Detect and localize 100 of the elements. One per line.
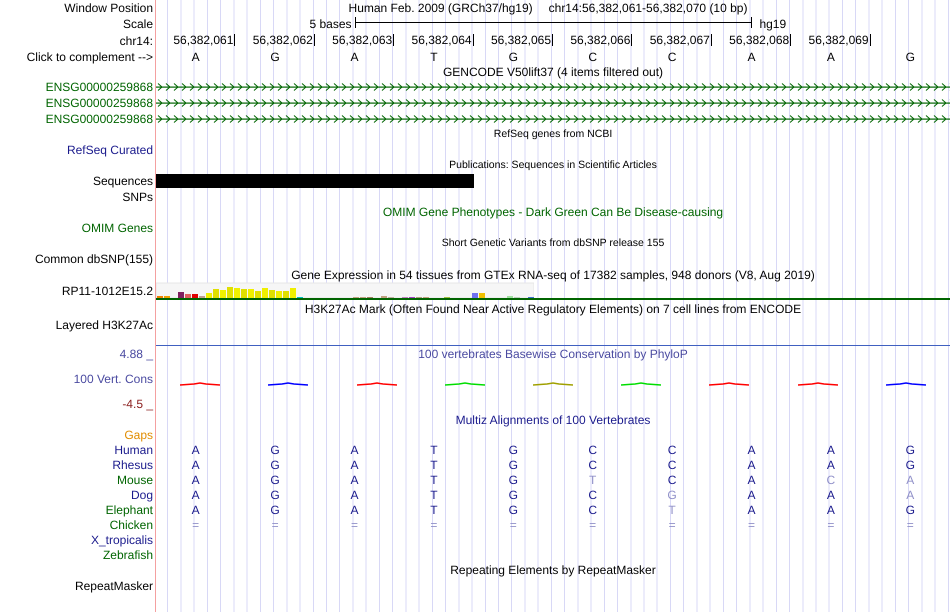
aligned-base: A: [350, 442, 358, 458]
coordinate-label: 56,382,065: [490, 34, 553, 46]
track-title: RefSeq genes from NCBI: [494, 128, 612, 140]
track-label: Layered H3K27Ac: [56, 318, 153, 332]
coordinate-label: 56,382,068: [729, 34, 792, 46]
species-label: Elephant: [106, 503, 153, 518]
aligned-base: A: [350, 488, 358, 503]
track-title: Repeating Elements by RepeatMasker: [450, 563, 656, 578]
coordinate-label: 56,382,066: [570, 34, 632, 46]
base-letter: C: [668, 49, 676, 64]
aligned-base: A: [350, 458, 358, 473]
species-label: Mouse: [116, 473, 153, 488]
base-letter: C: [588, 49, 598, 64]
track-label: ENSG00000259868: [46, 80, 153, 94]
scale-text: 5 bases: [309, 16, 352, 32]
aligned-base: G: [270, 458, 280, 473]
coordinate-label: 56,382,067: [650, 34, 712, 46]
aligned-base: A: [748, 458, 756, 473]
chromosome-label: chr14:: [120, 34, 153, 48]
aligned-base: C: [668, 442, 676, 458]
aligned-base: T: [430, 458, 438, 473]
aligned-base: A: [826, 502, 835, 518]
aligned-base: A: [906, 488, 914, 503]
aligned-base: C: [668, 458, 676, 473]
base-letter: T: [430, 49, 438, 64]
base-letter: A: [748, 49, 756, 64]
aligned-base: C: [588, 488, 598, 503]
aligned-base: A: [192, 488, 200, 503]
track-label: Sequences: [92, 174, 153, 188]
base-letter: A: [192, 49, 200, 64]
track-title: Short Genetic Variants from dbSNP release 155: [442, 237, 664, 250]
aligned-base: G: [508, 458, 518, 473]
track-label: Common dbSNP(155): [34, 252, 153, 266]
aligned-base: =: [589, 518, 596, 533]
complement-link[interactable]: Click to complement -->: [26, 50, 153, 64]
aligned-base: =: [906, 518, 914, 533]
track-title: 100 vertebrates Basewise Conservation by PhyloP: [418, 346, 688, 361]
base-letter: A: [350, 49, 358, 64]
track-label: ENSG00000259868: [46, 96, 153, 110]
coordinate-label: 56,382,064: [412, 34, 474, 46]
aligned-base: G: [667, 488, 677, 503]
aligned-base: A: [192, 442, 200, 458]
aligned-base: C: [668, 472, 676, 488]
aligned-base: A: [350, 502, 358, 518]
aligned-base: A: [748, 488, 756, 503]
track-label: SNPs: [122, 190, 153, 204]
aligned-base: G: [508, 488, 518, 503]
aligned-base: =: [668, 518, 676, 533]
track-label: ENSG00000259868: [46, 112, 153, 126]
aligned-base: A: [748, 442, 756, 458]
aligned-base: T: [430, 472, 438, 488]
coordinate-label: 56,382,061: [173, 34, 236, 46]
row-label: Window Position: [64, 0, 153, 14]
aligned-base: A: [748, 472, 756, 488]
aligned-base: =: [827, 518, 834, 533]
assembly-label: hg19: [759, 16, 786, 32]
track-label: OMIM Genes: [82, 220, 153, 235]
aligned-base: G: [270, 472, 280, 488]
aligned-base: A: [192, 502, 200, 518]
track-label: 100 Vert. Cons: [74, 372, 153, 386]
aligned-base: G: [270, 488, 280, 503]
aligned-base: A: [350, 472, 358, 488]
track-title: Gene Expression in 54 tissues from GTEx RNA-seq of 17382 samples, 948 donors (V8, Aug 2019): [291, 268, 815, 282]
aligned-base: A: [826, 488, 835, 503]
aligned-base: T: [668, 502, 676, 518]
aligned-base: C: [588, 502, 598, 518]
base-letter: G: [508, 49, 518, 64]
track-title: OMIM Gene Phenotypes - Dark Green Can Be Disease-causing: [382, 205, 724, 220]
aligned-base: A: [192, 458, 200, 473]
aligned-base: T: [589, 472, 596, 488]
track-title: H3K27Ac Mark (Often Found Near Active Regulatory Elements) on 7 cell lines from ENCODE: [304, 302, 802, 316]
aligned-base: =: [748, 518, 755, 533]
axis-label: -4.5 _: [122, 396, 153, 411]
aligned-base: G: [270, 442, 280, 458]
assembly-name: Human Feb. 2009 (GRCh37/hg19): [348, 0, 533, 14]
species-label: Rhesus: [112, 458, 153, 472]
coordinate-label: 56,382,069: [808, 34, 871, 46]
position-text: chr14:56,382,061-56,382,070 (10 bp): [548, 0, 748, 14]
row-label: Scale: [122, 16, 153, 30]
aligned-base: G: [508, 442, 518, 458]
aligned-base: =: [351, 518, 358, 533]
coordinate-label: 56,382,062: [252, 34, 315, 46]
aligned-base: =: [430, 518, 438, 533]
aligned-base: G: [906, 442, 915, 458]
track-title: Multiz Alignments of 100 Vertebrates: [456, 413, 650, 428]
aligned-base: G: [906, 502, 915, 518]
aligned-base: C: [588, 442, 598, 458]
aligned-base: T: [430, 502, 438, 518]
track-label: RefSeq Curated: [66, 142, 153, 157]
species-label: X_tropicalis: [90, 533, 153, 548]
aligned-base: A: [826, 442, 835, 458]
aligned-base: =: [272, 518, 279, 533]
aligned-base: =: [510, 518, 517, 533]
track-label: Gaps: [124, 428, 153, 442]
track-title: Publications: Sequences in Scientific Articles: [449, 159, 657, 172]
species-label: Dog: [130, 488, 153, 502]
base-letter: A: [826, 49, 835, 64]
base-letter: G: [906, 49, 915, 64]
track-title: GENCODE V50lift37 (4 items filtered out): [442, 64, 664, 79]
aligned-base: A: [192, 472, 200, 488]
